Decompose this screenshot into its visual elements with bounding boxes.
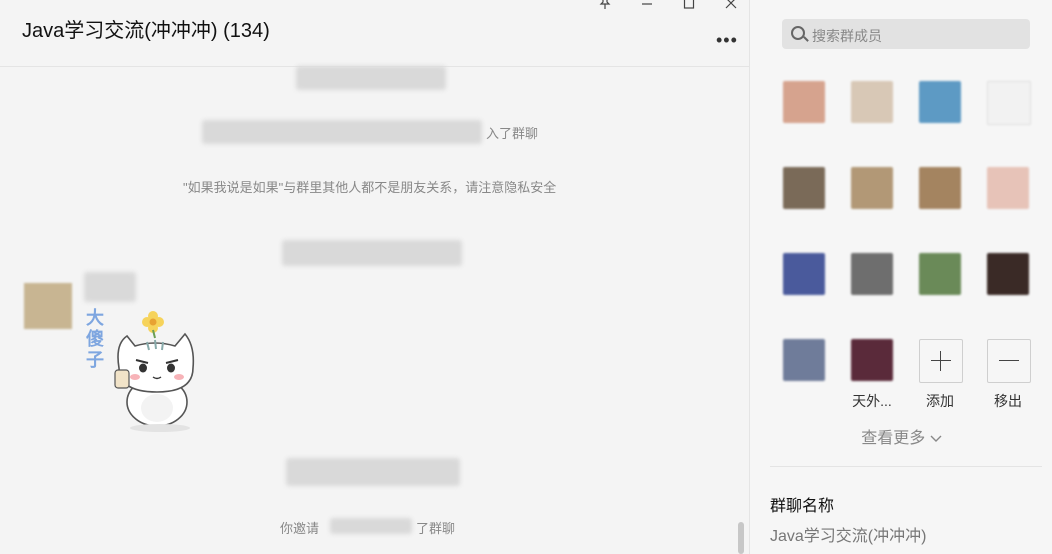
group-name-label: 群聊名称	[770, 498, 835, 515]
close-icon[interactable]	[716, 0, 746, 16]
member-item[interactable]	[770, 167, 838, 239]
privacy-notice: "如果我说是如果"与群里其他人都不是朋友关系，请注意隐私安全	[183, 180, 557, 195]
add-member-button[interactable]: 添加	[906, 339, 974, 411]
sticker-caption: 大傻子	[86, 308, 104, 370]
group-name-value[interactable]: Java学习交流(冲冲冲)	[770, 522, 926, 546]
member-avatar	[919, 253, 961, 295]
minimize-icon[interactable]	[632, 0, 662, 16]
member-item[interactable]	[974, 81, 1042, 153]
member-avatar	[851, 253, 893, 295]
member-item[interactable]	[838, 81, 906, 153]
member-avatar	[783, 253, 825, 295]
member-item[interactable]	[906, 253, 974, 325]
plus-icon	[919, 339, 963, 383]
member-avatar	[851, 339, 893, 381]
see-more-link[interactable]: 查看更多	[750, 424, 1052, 448]
chevron-down-icon	[930, 430, 942, 447]
member-avatar	[987, 253, 1029, 295]
member-avatar	[919, 167, 961, 209]
sender-avatar[interactable]	[24, 283, 72, 329]
member-avatar	[851, 81, 893, 123]
see-more-label: 查看更多	[861, 430, 926, 447]
member-search-input[interactable]: 搜索群成员	[782, 19, 1030, 49]
chat-header: Java学习交流(冲冲冲) (134) •••	[0, 0, 749, 67]
member-item[interactable]	[770, 339, 838, 411]
member-avatar	[851, 167, 893, 209]
member-avatar	[919, 81, 961, 123]
invite-message-suffix: 了群聊	[416, 521, 456, 536]
group-info-panel: 搜索群成员 天外... 添加 移出 查看更多 群聊名称 Java学习交流(冲冲冲…	[749, 0, 1052, 554]
chat-area: Java学习交流(冲冲冲) (134) ••• 入了群聊 "如果我说是如果"与群…	[0, 0, 749, 554]
search-icon	[791, 26, 805, 40]
blurred-timestamp	[282, 240, 462, 266]
member-item[interactable]	[770, 81, 838, 153]
chat-title: Java学习交流(冲冲冲) (134)	[22, 20, 270, 42]
member-item[interactable]	[974, 167, 1042, 239]
add-member-label: 添加	[926, 393, 954, 409]
member-item[interactable]	[838, 253, 906, 325]
search-placeholder: 搜索群成员	[812, 28, 882, 44]
member-avatar	[987, 167, 1029, 209]
member-item[interactable]	[838, 167, 906, 239]
chat-scrollbar[interactable]	[738, 522, 744, 554]
maximize-icon[interactable]	[674, 0, 704, 16]
member-item[interactable]	[906, 81, 974, 153]
remove-member-button[interactable]: 移出	[974, 339, 1042, 411]
member-name: 天外...	[852, 393, 892, 409]
member-item[interactable]: 天外...	[838, 339, 906, 411]
remove-member-label: 移出	[994, 393, 1022, 409]
blurred-timestamp	[296, 66, 446, 90]
member-avatar	[783, 167, 825, 209]
member-item[interactable]	[974, 253, 1042, 325]
member-avatar	[987, 81, 1031, 125]
member-item[interactable]	[906, 167, 974, 239]
blurred-member-names	[202, 120, 482, 144]
blurred-timestamp	[286, 458, 460, 486]
member-avatar	[783, 339, 825, 381]
pin-icon[interactable]	[590, 0, 620, 16]
more-options-button[interactable]: •••	[716, 30, 738, 51]
member-item[interactable]	[770, 253, 838, 325]
section-divider	[770, 466, 1042, 467]
member-avatar	[783, 81, 825, 123]
invite-message-prefix: 你邀请	[280, 521, 320, 536]
joined-message-suffix: 入了群聊	[486, 126, 539, 141]
blurred-invitee-names	[330, 518, 412, 534]
blurred-sender-name	[84, 272, 136, 302]
minus-icon	[987, 339, 1031, 383]
